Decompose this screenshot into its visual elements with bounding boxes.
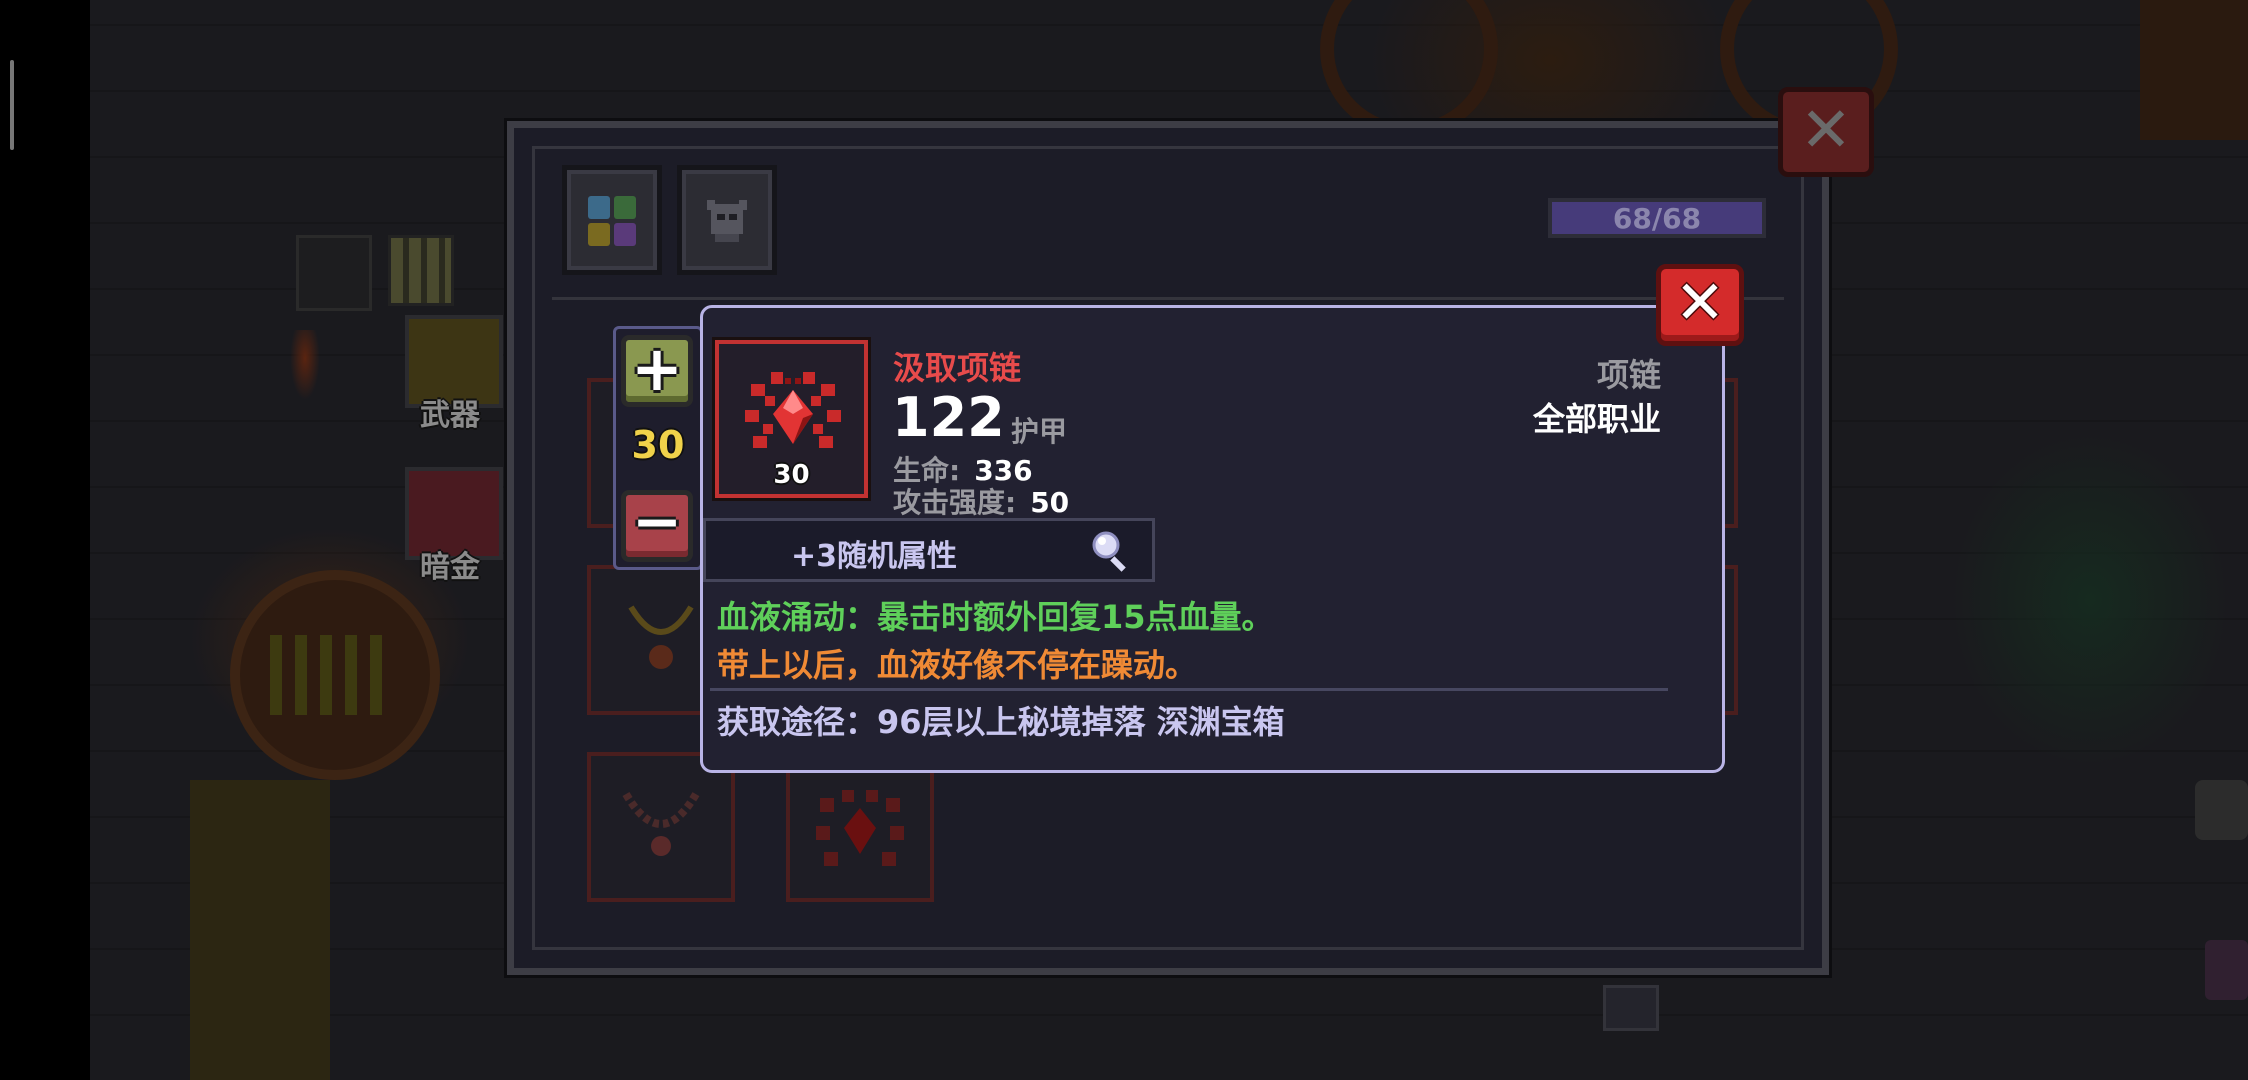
inventory-slot[interactable] <box>587 752 735 902</box>
side-tab-label: 暗金 <box>420 550 480 585</box>
tab-armor[interactable] <box>677 165 777 275</box>
item-source-text: 获取途径：96层以上秘境掉落 深渊宝箱 <box>717 703 1285 741</box>
level-value: 30 <box>631 423 685 467</box>
panel-divider <box>552 297 1784 300</box>
bead-necklace-icon <box>622 791 700 856</box>
side-tab-dark-gold[interactable]: 暗金 <box>395 467 505 585</box>
inventory-count-bar: 68/68 <box>1548 198 1766 238</box>
item-name: 汲取项链 <box>893 349 1022 387</box>
armor-value: 122 <box>892 386 1005 449</box>
bg-decor <box>2140 0 2248 140</box>
left-edge-bar <box>0 0 90 1080</box>
random-attributes-button[interactable]: +3随机属性 <box>703 518 1155 582</box>
stat-value: 50 <box>1030 486 1070 519</box>
bg-right-button <box>2195 780 2248 840</box>
item-effect-text: 血液涌动：暴击时额外回复15点血量。 <box>717 598 1274 636</box>
inventory-slot[interactable] <box>786 752 934 902</box>
bg-bottom-icon <box>1603 985 1659 1031</box>
amulet-icon <box>628 605 694 669</box>
item-class-restriction: 全部职业 <box>1532 400 1661 438</box>
tooltip-divider <box>710 688 1668 691</box>
red-spider-gem-icon <box>816 790 904 866</box>
tab-all-items[interactable] <box>562 165 662 275</box>
edge-handle[interactable] <box>10 60 14 150</box>
side-tab-label: 武器 <box>420 398 480 433</box>
close-inventory-button[interactable]: ✕ <box>1778 87 1874 177</box>
level-plus-button[interactable]: + <box>621 335 693 407</box>
bg-grill <box>230 570 440 780</box>
item-level-badge: 30 <box>773 460 810 490</box>
bg-crate <box>190 780 330 1080</box>
bg-right-button <box>2205 940 2248 1000</box>
armor-label: 护甲 <box>1011 415 1068 448</box>
magnifier-icon <box>1092 531 1126 572</box>
random-attributes-label: +3随机属性 <box>791 539 958 574</box>
close-tooltip-button[interactable]: ✕ <box>1656 264 1744 346</box>
red-spider-gem-icon <box>745 372 841 448</box>
level-minus-button[interactable]: − <box>621 490 693 562</box>
side-tab-weapon[interactable]: 武器 <box>395 315 505 433</box>
item-flavor-text: 带上以后，血液好像不停在躁动。 <box>717 646 1198 684</box>
bg-torch <box>290 330 320 400</box>
bg-slot <box>296 235 372 311</box>
helmet-icon <box>707 200 747 242</box>
item-type: 项链 <box>1596 356 1661 394</box>
item-icon-frame: 30 <box>715 340 868 498</box>
stat-label: 攻击强度: <box>893 486 1017 519</box>
grid-icon <box>588 196 636 246</box>
bg-striped-slot <box>388 235 454 306</box>
stat-row-attack: 攻击强度: 50 <box>893 481 1069 521</box>
